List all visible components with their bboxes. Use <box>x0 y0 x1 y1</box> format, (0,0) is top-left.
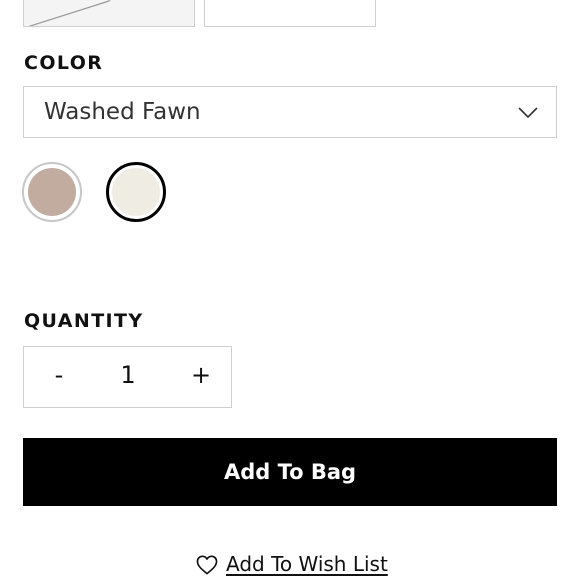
color-dropdown-value: Washed Fawn <box>44 99 201 125</box>
quantity-decrement-button[interactable]: - <box>44 361 74 389</box>
chevron-down-icon <box>518 107 538 119</box>
swatch-fill <box>28 168 76 216</box>
color-section-label: COLOR <box>24 52 104 74</box>
add-to-wishlist-label: Add To Wish List <box>226 552 388 576</box>
size-option-xl[interactable]: XL <box>204 0 376 27</box>
strikethrough-line-icon <box>28 0 111 26</box>
quantity-stepper: - 1 + <box>23 346 232 408</box>
size-option-unavailable <box>23 0 195 27</box>
add-to-wishlist-link[interactable]: Add To Wish List <box>196 552 388 576</box>
color-dropdown[interactable]: Washed Fawn <box>23 86 557 138</box>
quantity-section-label: QUANTITY <box>24 310 144 332</box>
quantity-value[interactable]: 1 <box>113 361 143 389</box>
color-swatch-cream[interactable] <box>106 162 166 222</box>
color-swatch-fawn[interactable] <box>22 162 82 222</box>
add-to-bag-button[interactable]: Add To Bag <box>23 438 557 506</box>
quantity-increment-button[interactable]: + <box>186 361 216 389</box>
swatch-fill <box>112 168 160 216</box>
size-option-label: XL <box>205 0 375 4</box>
add-to-bag-label: Add To Bag <box>223 460 357 484</box>
heart-outline-icon <box>196 555 218 575</box>
